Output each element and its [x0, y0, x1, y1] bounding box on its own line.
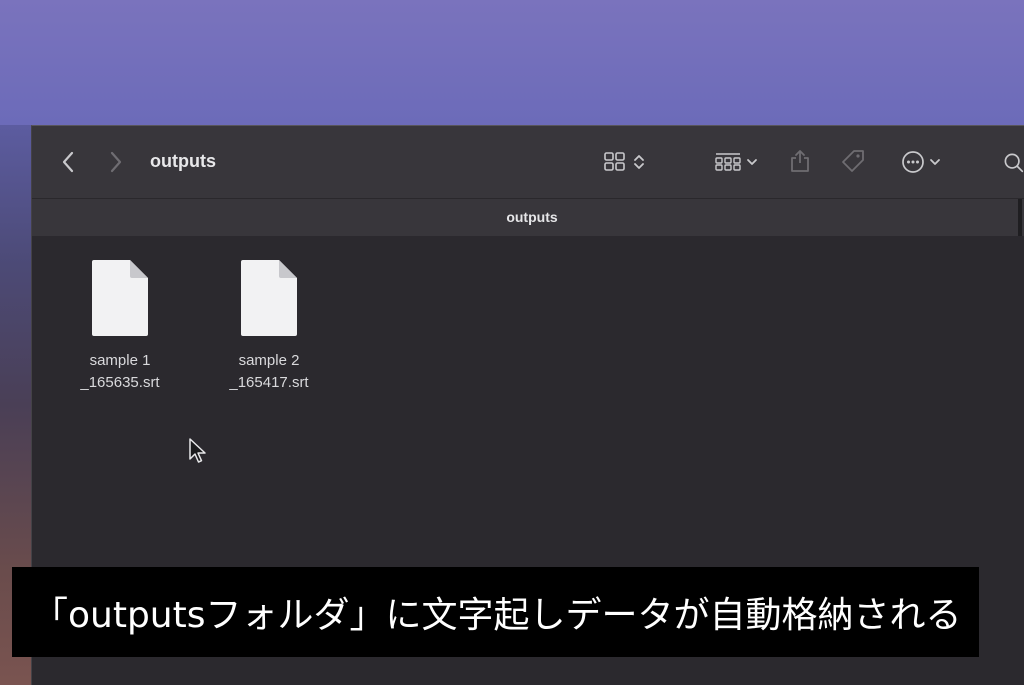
pathbar-edge [1018, 199, 1022, 236]
file-name-line2: _165635.srt [80, 374, 160, 391]
path-bar: outputs [32, 198, 1024, 237]
grid-view-icon [604, 152, 625, 171]
forward-icon [110, 151, 122, 173]
toolbar: outputs [32, 126, 1024, 198]
file-name: sample 2 _165417.srt [209, 350, 329, 394]
document-icon [92, 260, 148, 336]
back-icon [62, 151, 74, 173]
chevron-down-icon [747, 159, 757, 165]
tag-icon [842, 150, 864, 172]
more-icon [902, 151, 924, 173]
file-item[interactable]: sample 2 _165417.srt [209, 258, 329, 394]
group-button[interactable] [710, 148, 762, 176]
file-name-line1: sample 2 [238, 352, 300, 369]
forward-button[interactable] [102, 148, 130, 176]
search-button[interactable] [1002, 148, 1024, 176]
share-icon [791, 150, 809, 172]
search-icon [1004, 153, 1024, 173]
caption-text: 「outputsフォルダ」に文字起しデータが自動格納される [32, 595, 962, 636]
window-title: outputs [150, 151, 216, 171]
tag-button[interactable] [838, 146, 868, 176]
view-mode-button[interactable] [598, 148, 650, 176]
file-name: sample 1 _165635.srt [60, 350, 180, 394]
path-title: outputs [506, 209, 558, 225]
more-button[interactable] [896, 148, 946, 176]
chevron-updown-icon [634, 155, 644, 169]
file-name-line2: _165417.srt [229, 374, 309, 391]
file-item[interactable]: sample 1 _165635.srt [60, 258, 180, 394]
share-button[interactable] [786, 146, 814, 176]
file-name-line1: sample 1 [89, 352, 151, 369]
group-icon [715, 153, 741, 171]
chevron-down-icon [930, 159, 940, 165]
subtitle-caption: 「outputsフォルダ」に文字起しデータが自動格納される [12, 567, 979, 657]
document-icon [241, 260, 297, 336]
back-button[interactable] [54, 148, 82, 176]
mouse-pointer-icon [189, 438, 206, 463]
